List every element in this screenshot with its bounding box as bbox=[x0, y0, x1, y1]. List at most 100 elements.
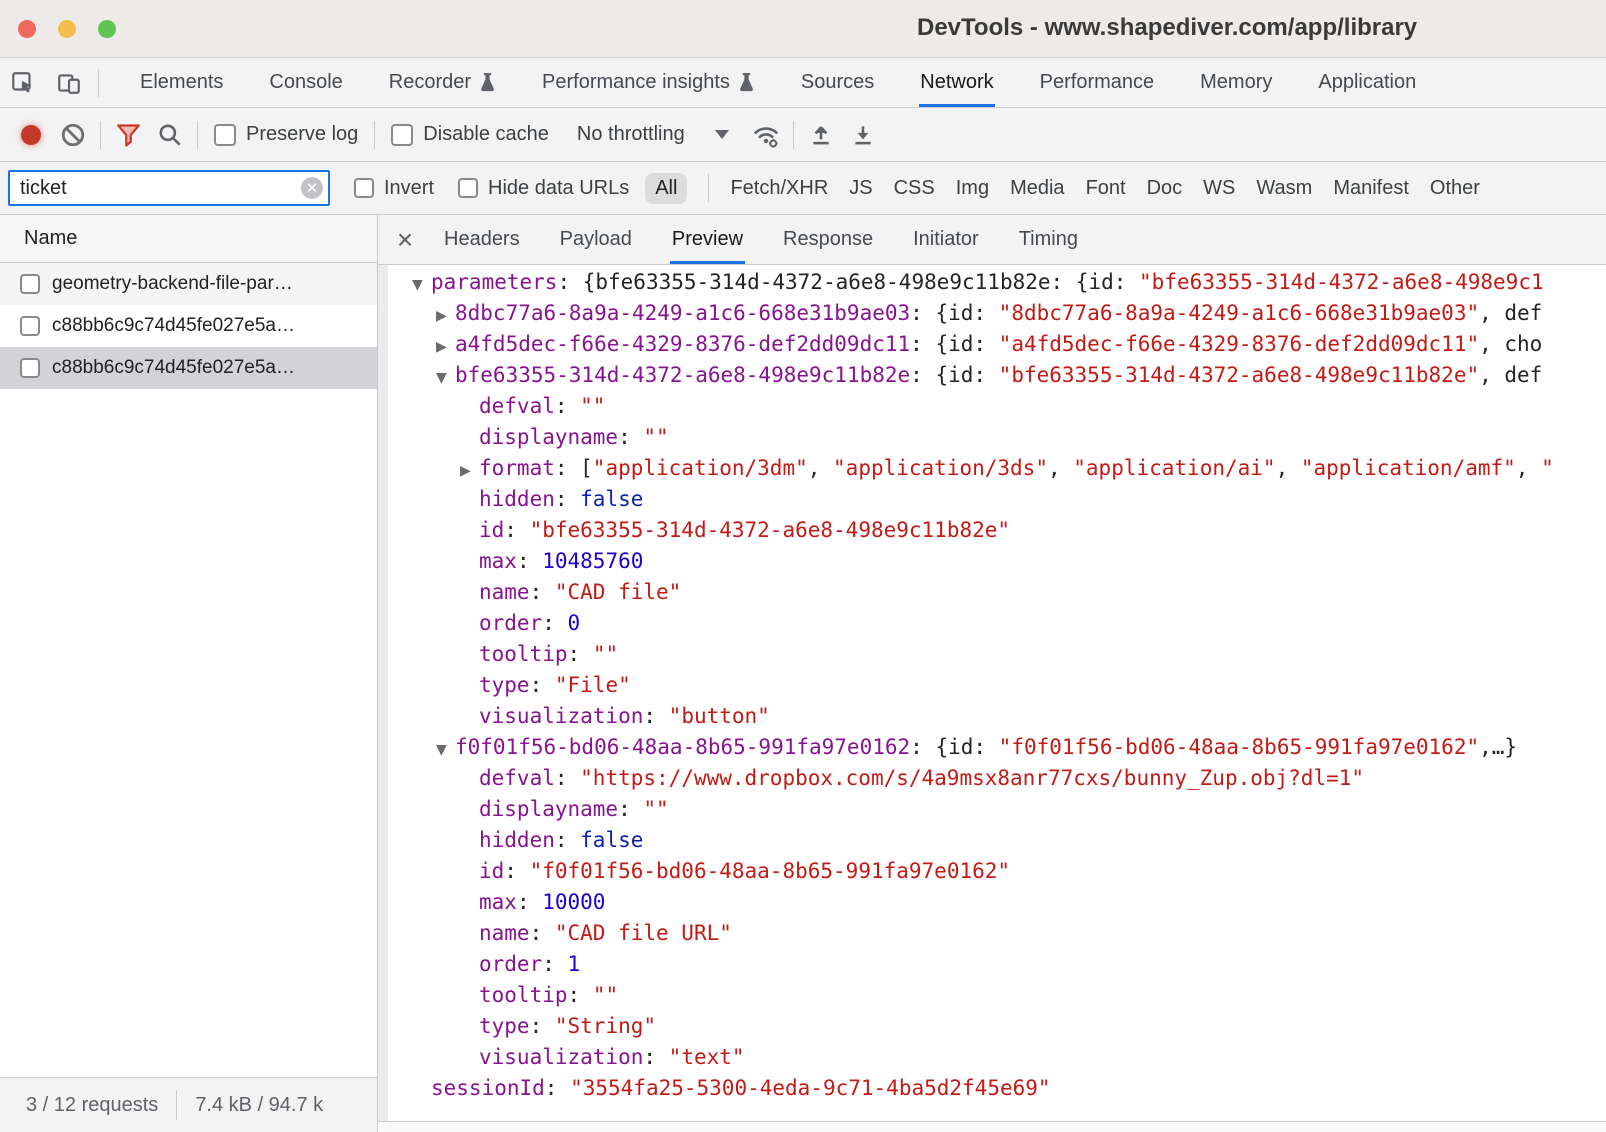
export-har-icon[interactable] bbox=[842, 122, 884, 148]
json-line[interactable]: tooltip: "" bbox=[378, 980, 1606, 1011]
hide-data-urls-label[interactable]: Hide data URLs bbox=[488, 177, 629, 200]
network-conditions-icon[interactable] bbox=[745, 121, 787, 149]
json-line[interactable]: tooltip: "" bbox=[378, 639, 1606, 670]
json-line[interactable]: visualization: "text" bbox=[378, 1042, 1606, 1073]
json-line[interactable]: ▼f0f01f56-bd06-48aa-8b65-991fa97e0162: {… bbox=[378, 732, 1606, 763]
filter-type-css[interactable]: CSS bbox=[894, 177, 935, 200]
json-line[interactable]: ▶a4fd5dec-f66e-4329-8376-def2dd09dc11: {… bbox=[378, 329, 1606, 360]
detail-tab-preview[interactable]: Preview bbox=[652, 215, 763, 264]
import-har-icon[interactable] bbox=[800, 122, 842, 148]
filter-type-media[interactable]: Media bbox=[1010, 177, 1064, 200]
filter-type-wasm[interactable]: Wasm bbox=[1256, 177, 1312, 200]
json-line[interactable]: displayname: "" bbox=[378, 794, 1606, 825]
json-line[interactable]: order: 1 bbox=[378, 949, 1606, 980]
json-line[interactable]: hidden: false bbox=[378, 825, 1606, 856]
search-icon[interactable] bbox=[149, 122, 191, 148]
invert-label[interactable]: Invert bbox=[384, 177, 434, 200]
chevron-down-icon[interactable] bbox=[715, 130, 729, 139]
tab-recorder[interactable]: Recorder bbox=[366, 58, 519, 107]
collapse-icon[interactable]: ▼ bbox=[436, 363, 455, 391]
disable-cache-label[interactable]: Disable cache bbox=[423, 123, 549, 146]
clear-filter-icon[interactable]: ✕ bbox=[301, 177, 323, 199]
disable-cache-checkbox[interactable] bbox=[391, 124, 413, 146]
invert-checkbox[interactable] bbox=[354, 178, 374, 198]
json-line[interactable]: sessionId: "3554fa25-5300-4eda-9c71-4ba5… bbox=[378, 1073, 1606, 1104]
request-row[interactable]: c88bb6c9c74d45fe027e5a… bbox=[0, 347, 377, 389]
detail-tab-timing[interactable]: Timing bbox=[999, 215, 1098, 264]
json-line[interactable]: defval: "https://www.dropbox.com/s/4a9ms… bbox=[378, 763, 1606, 794]
tab-application[interactable]: Application bbox=[1295, 58, 1439, 107]
expand-icon[interactable]: ▶ bbox=[436, 301, 455, 329]
json-value: : bbox=[542, 952, 567, 976]
detail-tab-response[interactable]: Response bbox=[763, 215, 893, 264]
request-row[interactable]: geometry-backend-file-par… bbox=[0, 263, 377, 305]
detail-tab-initiator[interactable]: Initiator bbox=[893, 215, 999, 264]
record-network-log-button[interactable] bbox=[10, 125, 52, 145]
json-line[interactable]: name: "CAD file URL" bbox=[378, 918, 1606, 949]
json-value: : {bfe63355-314d-4372-a6e8-498e9c11b82e:… bbox=[557, 270, 1139, 294]
close-window-button[interactable] bbox=[18, 20, 36, 38]
minimize-window-button[interactable] bbox=[58, 20, 76, 38]
json-value: , def bbox=[1479, 363, 1542, 387]
tab-elements[interactable]: Elements bbox=[117, 58, 246, 107]
filter-type-manifest[interactable]: Manifest bbox=[1333, 177, 1409, 200]
horizontal-scrollbar[interactable] bbox=[378, 1122, 1606, 1132]
tab-network[interactable]: Network bbox=[897, 58, 1016, 107]
clear-network-log-icon[interactable] bbox=[52, 122, 94, 148]
json-line[interactable]: ▼bfe63355-314d-4372-a6e8-498e9c11b82e: {… bbox=[378, 360, 1606, 391]
json-line[interactable]: hidden: false bbox=[378, 484, 1606, 515]
filter-type-doc[interactable]: Doc bbox=[1147, 177, 1183, 200]
tab-performance-insights[interactable]: Performance insights bbox=[519, 58, 778, 107]
detail-tab-payload[interactable]: Payload bbox=[540, 215, 652, 264]
request-checkbox[interactable] bbox=[20, 274, 40, 294]
name-column-header[interactable]: Name bbox=[0, 215, 377, 263]
json-line[interactable]: visualization: "button" bbox=[378, 701, 1606, 732]
json-line[interactable]: ▶format: ["application/3dm", "applicatio… bbox=[378, 453, 1606, 484]
filter-type-font[interactable]: Font bbox=[1086, 177, 1126, 200]
request-row[interactable]: c88bb6c9c74d45fe027e5a… bbox=[0, 305, 377, 347]
filter-type-fetch-xhr[interactable]: Fetch/XHR bbox=[730, 177, 828, 200]
json-line[interactable]: displayname: "" bbox=[378, 422, 1606, 453]
expand-icon[interactable]: ▶ bbox=[460, 456, 479, 484]
filter-type-other[interactable]: Other bbox=[1430, 177, 1480, 200]
preserve-log-label[interactable]: Preserve log bbox=[246, 123, 358, 146]
preserve-log-checkbox[interactable] bbox=[214, 124, 236, 146]
json-line[interactable]: type: "String" bbox=[378, 1011, 1606, 1042]
json-line[interactable]: max: 10485760 bbox=[378, 546, 1606, 577]
close-icon[interactable]: × bbox=[386, 215, 424, 264]
request-checkbox[interactable] bbox=[20, 316, 40, 336]
request-checkbox[interactable] bbox=[20, 358, 40, 378]
json-line[interactable]: order: 0 bbox=[378, 608, 1606, 639]
json-line[interactable]: defval: "" bbox=[378, 391, 1606, 422]
json-line[interactable]: max: 10000 bbox=[378, 887, 1606, 918]
tab-console[interactable]: Console bbox=[246, 58, 365, 107]
tab-memory[interactable]: Memory bbox=[1177, 58, 1295, 107]
json-value: , cho bbox=[1479, 332, 1542, 356]
filter-type-js[interactable]: JS bbox=[849, 177, 872, 200]
collapse-icon[interactable]: ▼ bbox=[412, 270, 431, 298]
json-line[interactable]: type: "File" bbox=[378, 670, 1606, 701]
collapse-icon[interactable]: ▼ bbox=[436, 735, 455, 763]
expand-icon[interactable]: ▶ bbox=[436, 332, 455, 360]
filter-type-ws[interactable]: WS bbox=[1203, 177, 1235, 200]
json-line[interactable]: id: "bfe63355-314d-4372-a6e8-498e9c11b82… bbox=[378, 515, 1606, 546]
filter-type-img[interactable]: Img bbox=[956, 177, 989, 200]
detail-tab-headers[interactable]: Headers bbox=[424, 215, 540, 264]
json-value: "application/3dm" bbox=[593, 456, 808, 480]
tab-performance[interactable]: Performance bbox=[1017, 58, 1178, 107]
json-line[interactable]: id: "f0f01f56-bd06-48aa-8b65-991fa97e016… bbox=[378, 856, 1606, 887]
device-toolbar-icon[interactable] bbox=[46, 58, 92, 107]
hide-data-urls-checkbox[interactable] bbox=[458, 178, 478, 198]
filter-input[interactable] bbox=[8, 170, 330, 206]
json-line[interactable]: ▶8dbc77a6-8a9a-4249-a1c6-668e31b9ae03: {… bbox=[378, 298, 1606, 329]
request-name: geometry-backend-file-par… bbox=[52, 273, 293, 295]
inspect-element-icon[interactable] bbox=[0, 58, 46, 107]
maximize-window-button[interactable] bbox=[98, 20, 116, 38]
throttling-select[interactable]: No throttling bbox=[577, 123, 685, 146]
json-line[interactable]: ▼parameters: {bfe63355-314d-4372-a6e8-49… bbox=[378, 267, 1606, 298]
filter-type-all[interactable]: All bbox=[645, 173, 687, 204]
json-line[interactable]: name: "CAD file" bbox=[378, 577, 1606, 608]
filter-funnel-icon[interactable] bbox=[107, 121, 149, 148]
tab-sources[interactable]: Sources bbox=[778, 58, 897, 107]
json-value: "3554fa25-5300-4eda-9c71-4ba5d2f45e69" bbox=[570, 1076, 1050, 1100]
